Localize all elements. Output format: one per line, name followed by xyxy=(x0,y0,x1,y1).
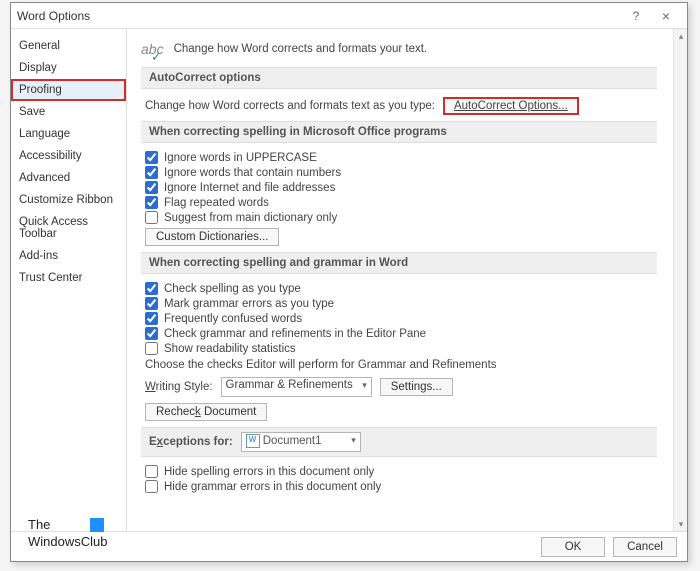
ok-button[interactable]: OK xyxy=(541,537,605,557)
chk-hide-grammar[interactable] xyxy=(145,480,158,493)
lbl-ignore-numbers: Ignore words that contain numbers xyxy=(164,167,341,179)
settings-button[interactable]: Settings... xyxy=(380,378,453,396)
close-button[interactable]: × xyxy=(651,8,681,24)
chk-ignore-numbers[interactable] xyxy=(145,166,158,179)
scroll-up-icon[interactable]: ▴ xyxy=(676,31,686,41)
exceptions-doc-select[interactable]: Document1 xyxy=(241,432,361,452)
dialog-footer: OK Cancel xyxy=(11,531,687,561)
sidebar-item-display[interactable]: Display xyxy=(11,57,126,79)
intro-text: Change how Word corrects and formats you… xyxy=(174,43,428,55)
sidebar-item-advanced[interactable]: Advanced xyxy=(11,167,126,189)
lbl-flag-repeated: Flag repeated words xyxy=(164,197,269,209)
choose-checks-text: Choose the checks Editor will perform fo… xyxy=(145,359,497,371)
section-exceptions-header: Exceptions for: Document1 xyxy=(141,427,657,457)
chk-ignore-uppercase[interactable] xyxy=(145,151,158,164)
document-icon xyxy=(246,434,260,448)
section-autocorrect-header: AutoCorrect options xyxy=(141,67,657,89)
chk-ignore-internet[interactable] xyxy=(145,181,158,194)
autocorrect-row: Change how Word corrects and formats tex… xyxy=(145,97,657,115)
dialog-body: General Display Proofing Save Language A… xyxy=(11,29,687,531)
scroll-down-icon[interactable]: ▾ xyxy=(676,519,686,529)
titlebar: Word Options ? × xyxy=(11,3,687,29)
chk-flag-repeated[interactable] xyxy=(145,196,158,209)
content: abc Change how Word corrects and formats… xyxy=(127,29,673,501)
exceptions-label: Exceptions for: xyxy=(149,436,233,448)
autocorrect-options-button[interactable]: AutoCorrect Options... xyxy=(443,97,579,115)
lbl-hide-grammar: Hide grammar errors in this document onl… xyxy=(164,481,381,493)
sidebar: General Display Proofing Save Language A… xyxy=(11,29,127,531)
sidebar-item-customize-ribbon[interactable]: Customize Ribbon xyxy=(11,189,126,211)
watermark: The WindowsClub xyxy=(28,517,107,549)
sidebar-item-accessibility[interactable]: Accessibility xyxy=(11,145,126,167)
lbl-suggest-main: Suggest from main dictionary only xyxy=(164,212,337,224)
lbl-ignore-uppercase: Ignore words in UPPERCASE xyxy=(164,152,317,164)
lbl-readability: Show readability statistics xyxy=(164,343,296,355)
cancel-button[interactable]: Cancel xyxy=(613,537,677,557)
lbl-hide-spelling: Hide spelling errors in this document on… xyxy=(164,466,374,478)
scrollbar[interactable]: ▴ ▾ xyxy=(673,29,687,531)
sidebar-item-addins[interactable]: Add-ins xyxy=(11,245,126,267)
writing-style-select[interactable]: Grammar & Refinements xyxy=(221,377,372,397)
main-panel: abc Change how Word corrects and formats… xyxy=(127,29,687,531)
chk-confused-words[interactable] xyxy=(145,312,158,325)
sidebar-item-general[interactable]: General xyxy=(11,35,126,57)
lbl-mark-grammar: Mark grammar errors as you type xyxy=(164,298,334,310)
writing-style-label: Writing Style: xyxy=(145,381,213,393)
chk-editor-pane[interactable] xyxy=(145,327,158,340)
section-office-header: When correcting spelling in Microsoft Of… xyxy=(141,121,657,143)
lbl-editor-pane: Check grammar and refinements in the Edi… xyxy=(164,328,426,340)
sidebar-item-proofing[interactable]: Proofing xyxy=(11,79,126,101)
lbl-ignore-internet: Ignore Internet and file addresses xyxy=(164,182,335,194)
chk-check-spelling[interactable] xyxy=(145,282,158,295)
chk-suggest-main[interactable] xyxy=(145,211,158,224)
lbl-check-spelling: Check spelling as you type xyxy=(164,283,301,295)
intro-row: abc Change how Word corrects and formats… xyxy=(141,41,657,57)
lbl-confused-words: Frequently confused words xyxy=(164,313,302,325)
recheck-document-button[interactable]: Recheck Document xyxy=(145,403,267,421)
sidebar-item-trust-center[interactable]: Trust Center xyxy=(11,267,126,289)
chk-hide-spelling[interactable] xyxy=(145,465,158,478)
word-options-dialog: Word Options ? × General Display Proofin… xyxy=(10,2,688,562)
custom-dictionaries-button[interactable]: Custom Dictionaries... xyxy=(145,228,279,246)
abc-check-icon: abc xyxy=(141,41,164,57)
chk-mark-grammar[interactable] xyxy=(145,297,158,310)
help-button[interactable]: ? xyxy=(621,9,651,23)
section-word-header: When correcting spelling and grammar in … xyxy=(141,252,657,274)
sidebar-item-save[interactable]: Save xyxy=(11,101,126,123)
sidebar-item-qat[interactable]: Quick Access Toolbar xyxy=(11,211,126,245)
sidebar-item-language[interactable]: Language xyxy=(11,123,126,145)
square-icon xyxy=(90,518,104,532)
autocorrect-line: Change how Word corrects and formats tex… xyxy=(145,100,435,112)
dialog-title: Word Options xyxy=(17,9,621,23)
chk-readability[interactable] xyxy=(145,342,158,355)
